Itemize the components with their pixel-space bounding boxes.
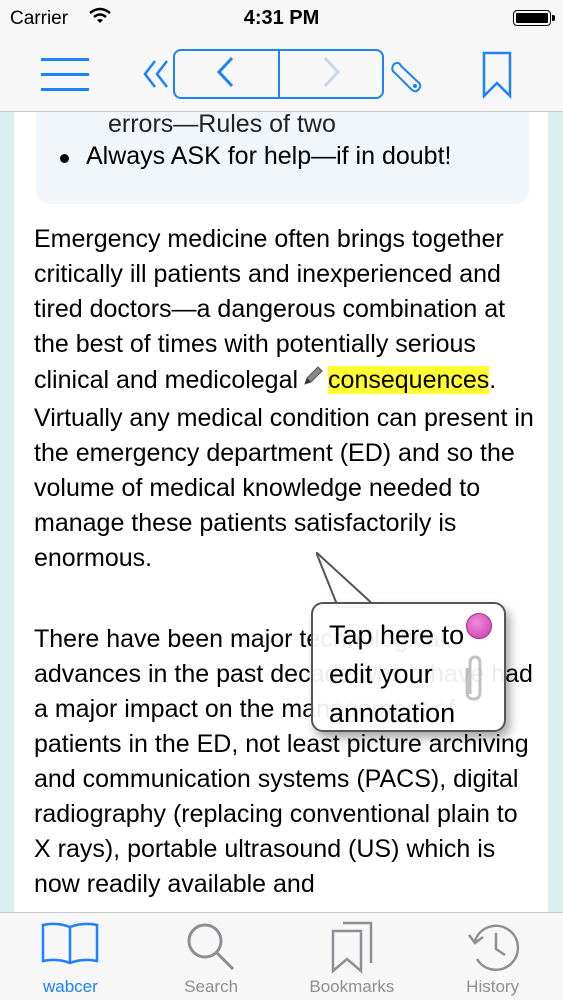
chevron-right-icon	[317, 55, 345, 94]
tab-history[interactable]: History	[422, 913, 563, 1000]
paragraph: Emergency medicine often brings together…	[34, 222, 534, 576]
previous-page-button[interactable]	[175, 51, 278, 97]
tab-label: wabcer	[42, 977, 98, 996]
status-bar: Carrier 4:31 PM	[0, 0, 563, 38]
clock-history-icon	[422, 921, 563, 975]
open-book-icon	[0, 921, 141, 967]
highlighted-text[interactable]: consequences	[328, 366, 490, 395]
bookmark-icon[interactable]	[476, 50, 518, 100]
clock: 4:31 PM	[243, 7, 320, 29]
reader-content: errors—Rules of two Always ASK for help—…	[14, 112, 548, 912]
hamburger-menu-icon[interactable]	[36, 52, 94, 96]
battery-icon	[513, 10, 555, 26]
tab-search[interactable]: Search	[141, 913, 282, 1000]
boxout-panel: errors—Rules of two Always ASK for help—…	[36, 112, 529, 204]
tab-label: History	[466, 977, 520, 996]
tab-label: Bookmarks	[309, 977, 395, 996]
paragraph-text: . Virtually any medical condition can pr…	[34, 366, 534, 572]
annotation-tooltip[interactable]: Tap here to edit your annotation	[311, 602, 506, 732]
tab-wabcer[interactable]: wabcer	[0, 913, 141, 1000]
next-page-button[interactable]	[277, 51, 383, 97]
double-chevron-left-icon[interactable]	[140, 54, 172, 94]
wrench-icon[interactable]	[386, 56, 426, 96]
pencil-annotation-icon[interactable]	[302, 362, 324, 397]
page-navigation-segment	[173, 49, 384, 99]
bookmarks-icon	[282, 921, 423, 975]
close-icon[interactable]	[466, 613, 492, 639]
magnifier-icon	[141, 921, 282, 973]
paperclip-icon	[462, 654, 488, 707]
list-item: Always ASK for help—if in doubt!	[36, 142, 451, 171]
boxout-list: Always ASK for help—if in doubt!	[36, 142, 451, 171]
bottom-tab-bar: wabcer Search Bookmarks History	[0, 912, 563, 1000]
tab-bookmarks[interactable]: Bookmarks	[282, 913, 423, 1000]
boxout-partial-line: errors—Rules of two	[108, 112, 336, 138]
top-toolbar	[0, 38, 563, 112]
chevron-left-icon	[212, 55, 240, 94]
tab-label: Search	[184, 977, 239, 996]
